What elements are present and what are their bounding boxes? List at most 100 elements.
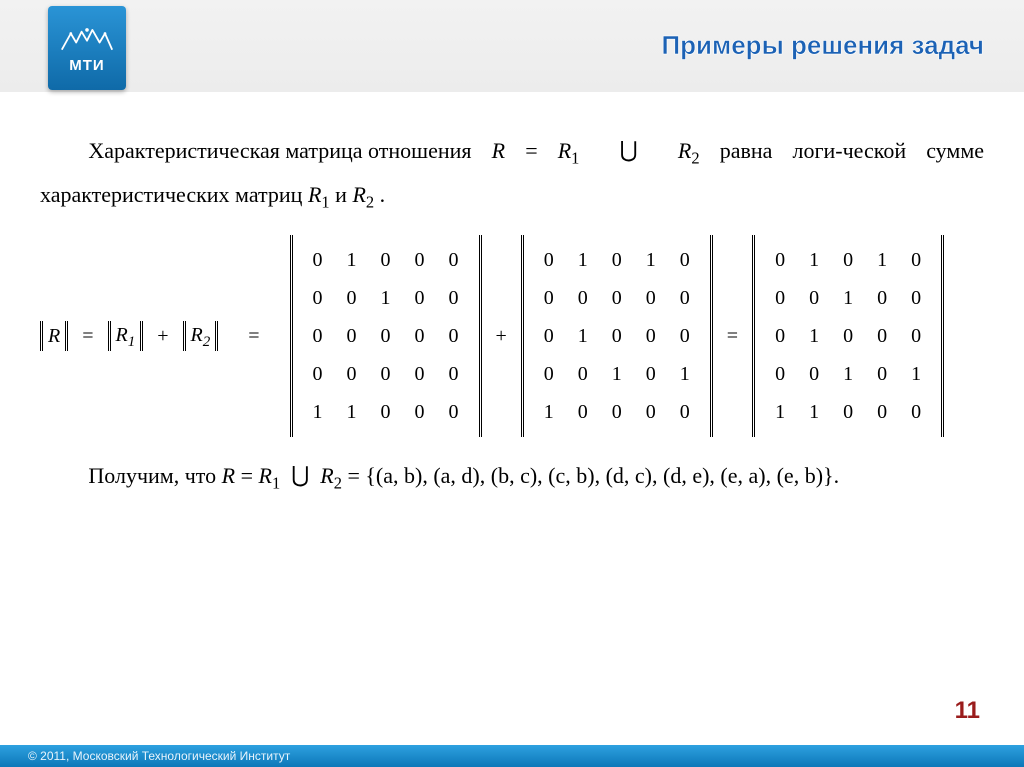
matrix-cell: 0 bbox=[763, 317, 797, 355]
matrix-cell: 1 bbox=[566, 317, 600, 355]
mountain-icon bbox=[60, 23, 114, 53]
matrix-cell: 1 bbox=[335, 393, 369, 431]
matrix-cell: 0 bbox=[899, 317, 933, 355]
matrix-cell: 1 bbox=[797, 393, 831, 431]
matrix-cell: 0 bbox=[335, 355, 369, 393]
matrix-cell: 1 bbox=[797, 241, 831, 279]
matrix-1: 0100000100000000000011000 bbox=[290, 235, 482, 437]
matrix-cell: 1 bbox=[865, 241, 899, 279]
matrix-cell: 1 bbox=[831, 355, 865, 393]
matrix-cell: 0 bbox=[403, 317, 437, 355]
para1-part-d: . bbox=[380, 182, 386, 207]
norm-R1: R1 bbox=[108, 321, 144, 351]
matrix-cell: 0 bbox=[437, 393, 471, 431]
matrix-cell: 0 bbox=[403, 355, 437, 393]
matrix-cell: 0 bbox=[831, 393, 865, 431]
matrix-cell: 1 bbox=[831, 279, 865, 317]
matrix-cell: 0 bbox=[532, 317, 566, 355]
matrix-cell: 0 bbox=[437, 317, 471, 355]
para1-part-c: и bbox=[335, 182, 352, 207]
norm-R2: R2 bbox=[183, 321, 219, 351]
matrix-2: 0101000000010000010110000 bbox=[521, 235, 713, 437]
matrix-cell: 0 bbox=[369, 317, 403, 355]
logo: МТИ bbox=[48, 6, 126, 90]
matrix-cell: 0 bbox=[566, 355, 600, 393]
matrix-cell: 0 bbox=[600, 317, 634, 355]
norm-R: R bbox=[40, 321, 68, 351]
matrix-cell: 0 bbox=[634, 393, 668, 431]
matrix-cell: 1 bbox=[668, 355, 702, 393]
matrix-cell: 0 bbox=[532, 241, 566, 279]
matrix-cell: 0 bbox=[763, 241, 797, 279]
relation-expr: R = R1 ⋃ R2 bbox=[492, 138, 720, 163]
matrix-cell: 1 bbox=[301, 393, 335, 431]
matrix-cell: 0 bbox=[797, 279, 831, 317]
matrix-cell: 0 bbox=[865, 393, 899, 431]
r2-inline: R2 bbox=[352, 182, 374, 207]
page-number: 11 bbox=[955, 697, 980, 725]
matrix-cell: 0 bbox=[899, 393, 933, 431]
matrix-cell: 0 bbox=[668, 393, 702, 431]
matrix-cell: 0 bbox=[668, 317, 702, 355]
matrix-cell: 0 bbox=[668, 279, 702, 317]
matrix-cell: 0 bbox=[831, 241, 865, 279]
matrix-cell: 1 bbox=[899, 355, 933, 393]
matrix-cell: 1 bbox=[532, 393, 566, 431]
matrix-cell: 1 bbox=[763, 393, 797, 431]
matrix-cell: 0 bbox=[301, 279, 335, 317]
matrix-cell: 0 bbox=[600, 241, 634, 279]
matrix-cell: 0 bbox=[899, 279, 933, 317]
matrix-cell: 1 bbox=[369, 279, 403, 317]
matrix-cell: 0 bbox=[865, 317, 899, 355]
para1-part-a: Характеристическая матрица отношения bbox=[40, 130, 472, 172]
matrix-cell: 0 bbox=[403, 241, 437, 279]
matrix-cell: 0 bbox=[532, 279, 566, 317]
content-area: Характеристическая матрица отношения R =… bbox=[0, 92, 1024, 499]
matrix-cell: 0 bbox=[369, 241, 403, 279]
matrix-cell: 0 bbox=[634, 355, 668, 393]
matrix-cell: 0 bbox=[403, 393, 437, 431]
footer-text: © 2011, Московский Технологический Инсти… bbox=[28, 749, 290, 763]
matrix-cell: 0 bbox=[634, 317, 668, 355]
matrix-cell: 0 bbox=[532, 355, 566, 393]
matrix-cell: 0 bbox=[763, 279, 797, 317]
matrix-cell: 1 bbox=[797, 317, 831, 355]
matrix-cell: 0 bbox=[369, 393, 403, 431]
matrix-cell: 0 bbox=[437, 355, 471, 393]
slide-title: Примеры решения задач bbox=[661, 30, 984, 61]
eq-sign-1: = bbox=[82, 317, 93, 355]
paragraph-2: Получим, что R = R1 ⋃ R2 = {(a, b), (a, … bbox=[40, 455, 984, 499]
matrix-cell: 0 bbox=[335, 279, 369, 317]
matrix-cell: 0 bbox=[634, 279, 668, 317]
plus-sign-1: + bbox=[157, 317, 168, 355]
eq-sign-2: = bbox=[248, 317, 259, 355]
footer-bar: © 2011, Московский Технологический Инсти… bbox=[0, 745, 1024, 767]
header-band: МТИ Примеры решения задач bbox=[0, 0, 1024, 92]
matrix-cell: 0 bbox=[865, 355, 899, 393]
matrix-cell: 0 bbox=[301, 355, 335, 393]
matrix-cell: 0 bbox=[797, 355, 831, 393]
matrix-cell: 0 bbox=[369, 355, 403, 393]
matrix-cell: 0 bbox=[437, 279, 471, 317]
matrix-cell: 0 bbox=[668, 241, 702, 279]
matrix-cell: 1 bbox=[600, 355, 634, 393]
matrix-cell: 0 bbox=[301, 317, 335, 355]
matrix-cell: 0 bbox=[865, 279, 899, 317]
matrix-cell: 1 bbox=[566, 241, 600, 279]
paragraph-1: Характеристическая матрица отношения R =… bbox=[40, 130, 984, 217]
plus-sign-2: + bbox=[496, 317, 507, 355]
matrix-cell: 0 bbox=[600, 393, 634, 431]
logo-text: МТИ bbox=[69, 57, 104, 74]
matrix-3: 0101000100010000010111000 bbox=[752, 235, 944, 437]
matrix-cell: 1 bbox=[335, 241, 369, 279]
matrix-cell: 0 bbox=[335, 317, 369, 355]
matrix-cell: 0 bbox=[566, 279, 600, 317]
matrix-cell: 0 bbox=[301, 241, 335, 279]
matrix-cell: 0 bbox=[600, 279, 634, 317]
matrix-cell: 1 bbox=[634, 241, 668, 279]
matrix-cell: 0 bbox=[899, 241, 933, 279]
matrix-equation: R = R1 + R2 = 0100000100000000000011000 … bbox=[40, 235, 984, 437]
eq-sign-3: = bbox=[727, 317, 738, 355]
matrix-cell: 0 bbox=[566, 393, 600, 431]
r1-inline: R1 bbox=[308, 182, 330, 207]
